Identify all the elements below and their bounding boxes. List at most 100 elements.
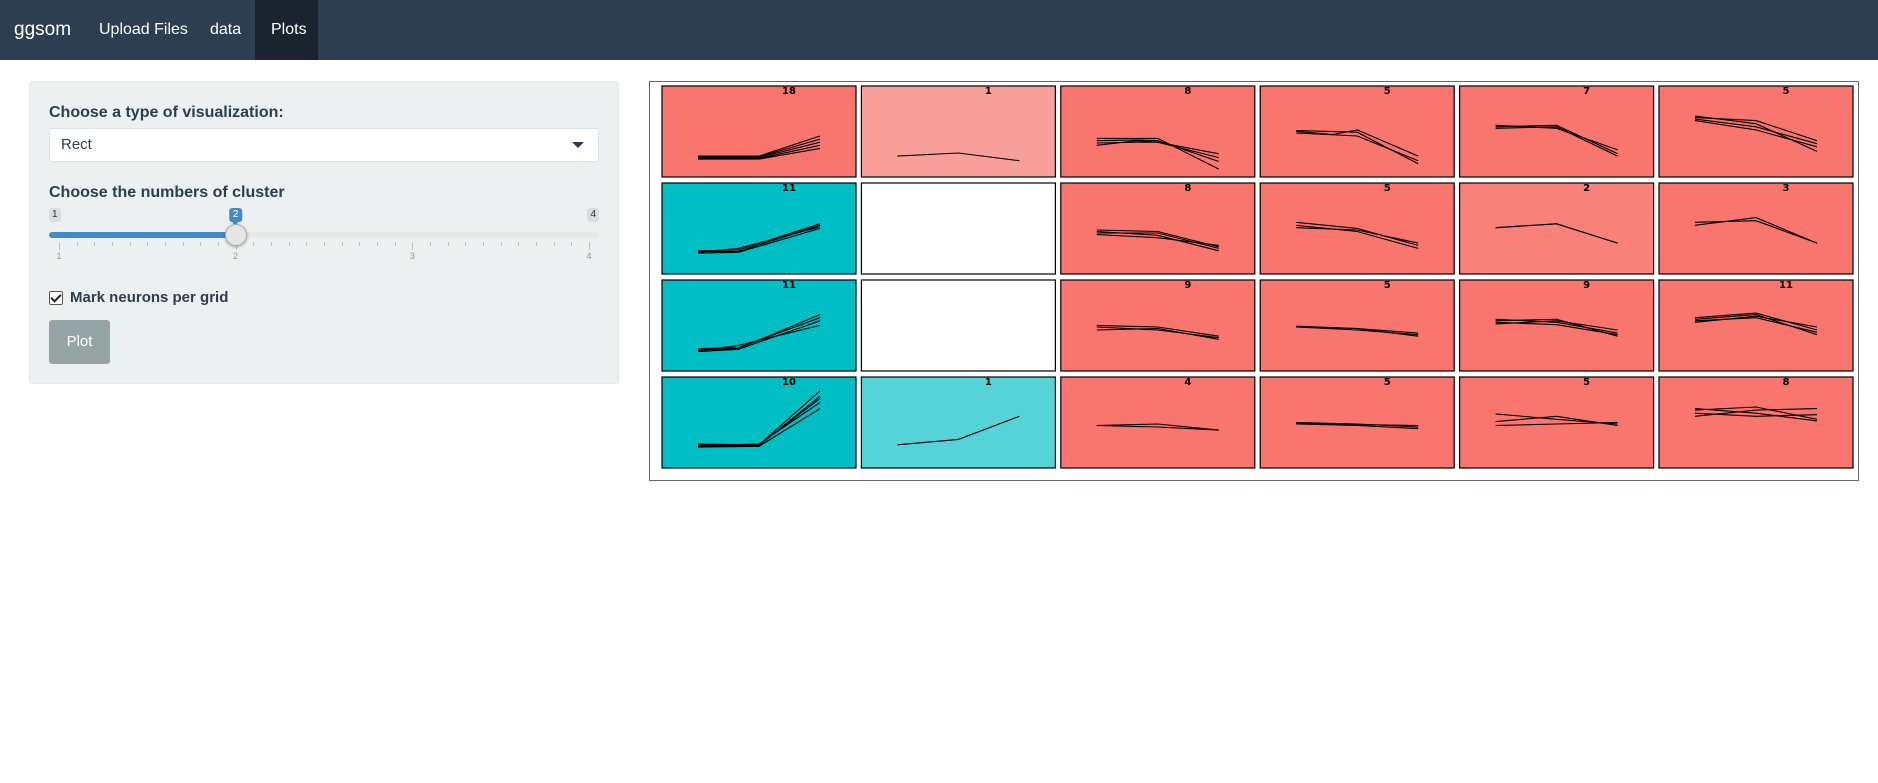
som-cell-count: 5	[1384, 280, 1391, 291]
cluster-slider[interactable]: 1 4 2 1 2 3 4	[49, 208, 599, 268]
brand-title[interactable]: ggsom	[14, 0, 71, 60]
som-cell	[661, 376, 857, 469]
slider-bar	[49, 232, 236, 238]
slider-tick	[394, 242, 396, 246]
slider-tick	[412, 242, 414, 250]
som-cell	[661, 85, 857, 178]
slider-tick	[430, 242, 431, 246]
slider-tick	[483, 242, 484, 246]
sidebar-panel: Choose a type of visualization: Rect Cho…	[29, 81, 619, 384]
slider-tick-label: 2	[233, 251, 239, 261]
slider-value-label: 2	[228, 208, 243, 226]
slider-tick	[288, 242, 290, 246]
som-cell-count: 9	[1583, 280, 1590, 291]
som-cell-count: 8	[1184, 86, 1191, 97]
slider-tick	[306, 242, 308, 246]
slider-tick	[253, 242, 255, 246]
slider-handle[interactable]	[224, 224, 247, 246]
slider-tick	[165, 242, 166, 246]
plot-button[interactable]: Plot	[49, 320, 110, 364]
slider-tick	[518, 242, 520, 246]
som-cell	[1060, 85, 1256, 178]
som-cell-count: 5	[1384, 377, 1391, 388]
som-cell-count: 3	[1783, 183, 1790, 194]
som-cell	[1658, 85, 1854, 178]
som-cell	[1060, 182, 1256, 275]
slider-tick	[589, 242, 590, 250]
som-cell-count: 1	[985, 86, 992, 97]
som-cell	[1259, 85, 1455, 178]
som-cell	[1458, 279, 1655, 372]
cluster-label: Choose the numbers of cluster	[49, 184, 285, 201]
slider-tick	[324, 242, 325, 246]
visualization-select-value: Rect	[61, 136, 92, 153]
navbar: ggsom Upload Files data Plots	[0, 0, 1878, 60]
som-cell-count: 18	[782, 86, 796, 97]
som-cell-count: 8	[1783, 377, 1790, 388]
som-cell-count: 9	[1184, 280, 1191, 291]
som-cell-count: 1	[985, 377, 992, 388]
slider-tick	[271, 242, 272, 246]
slider-tick	[94, 242, 96, 246]
som-cell	[1259, 279, 1455, 372]
som-cell	[1658, 182, 1854, 275]
tab-data[interactable]: data	[194, 0, 257, 60]
som-cell-count: 2	[1583, 183, 1590, 194]
slider-tick	[536, 242, 537, 246]
slider-tick-label: 1	[56, 251, 62, 261]
som-cell	[1060, 376, 1256, 469]
slider-tick-label: 4	[586, 251, 592, 261]
som-cell-count: 5	[1384, 183, 1391, 194]
slider-tick	[218, 242, 219, 246]
som-cell	[661, 182, 857, 275]
slider-tick	[200, 242, 202, 246]
visualization-select[interactable]: Rect	[49, 128, 599, 162]
som-cell-count: 11	[782, 280, 796, 291]
som-cell	[1458, 182, 1655, 275]
som-cell-count: 4	[1184, 377, 1191, 388]
mark-neurons-label: Mark neurons per grid	[70, 289, 229, 306]
slider-tick	[182, 242, 184, 246]
slider-tick	[59, 242, 60, 250]
slider-tick	[500, 242, 502, 246]
som-cell-count: 5	[1384, 86, 1391, 97]
som-cell	[1458, 376, 1655, 469]
som-cell-count: 5	[1783, 86, 1790, 97]
tab-upload-files[interactable]: Upload Files	[83, 0, 204, 60]
som-cell-count: 7	[1583, 86, 1590, 97]
som-cell-count: 10	[782, 377, 796, 388]
som-cell	[1458, 85, 1655, 178]
checkbox-checked-icon[interactable]	[49, 291, 63, 305]
som-cell	[860, 376, 1056, 469]
slider-max-label: 4	[587, 208, 599, 222]
slider-tick-label: 3	[409, 251, 415, 261]
slider-tick	[129, 242, 131, 246]
som-cell-count: 11	[1779, 280, 1793, 291]
som-cell	[1658, 376, 1854, 469]
slider-tick	[147, 242, 149, 246]
som-cell	[661, 279, 857, 372]
som-cell-count: 5	[1583, 377, 1590, 388]
slider-tick	[377, 242, 378, 246]
slider-tick	[112, 242, 113, 246]
som-cell	[860, 182, 1056, 275]
som-cell	[860, 85, 1056, 178]
slider-tick	[571, 242, 573, 246]
som-cell	[1658, 279, 1854, 372]
visualization-label: Choose a type of visualization:	[49, 104, 284, 121]
slider-tick	[359, 242, 361, 246]
som-grid-plot: 18 1 8 5 7 511 8 5 2 311 9 5 9 1110 1 4 5 5 8	[649, 81, 1859, 481]
som-cell	[1259, 376, 1455, 469]
slider-tick	[341, 242, 343, 246]
tab-plots[interactable]: Plots	[255, 0, 318, 60]
slider-tick	[76, 242, 78, 246]
slider-tick	[553, 242, 555, 246]
som-cell-count: 8	[1184, 183, 1191, 194]
slider-tick	[447, 242, 449, 246]
slider-min-label: 1	[49, 208, 61, 222]
slider-tick	[465, 242, 467, 246]
som-cell	[1060, 279, 1256, 372]
chevron-down-icon	[572, 142, 584, 148]
som-cell-count: 11	[782, 183, 796, 194]
som-cell	[860, 279, 1056, 372]
